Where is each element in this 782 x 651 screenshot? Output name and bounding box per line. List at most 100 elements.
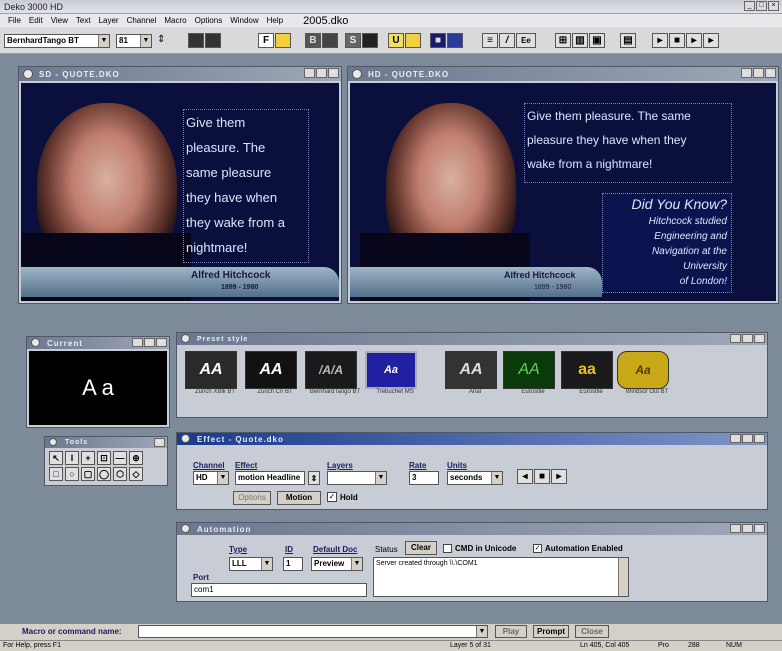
menu-window[interactable]: Window (230, 16, 258, 25)
face-button[interactable]: F (258, 33, 274, 48)
underline-button[interactable]: U (388, 33, 404, 48)
preset-item[interactable]: AA Zurich Cn BT (245, 351, 305, 395)
polygon-icon[interactable]: ⬡ (113, 467, 127, 481)
preset-item[interactable]: AA Zurich XBlk BT (185, 351, 245, 395)
color-swatch-dark-2[interactable] (205, 33, 221, 48)
face-color-swatch[interactable] (275, 33, 291, 48)
hd-preview[interactable]: Give them pleasure. The same pleasure th… (350, 83, 776, 301)
circle-icon[interactable]: ◯ (97, 467, 111, 481)
layers-select[interactable]: ▼ (327, 471, 387, 485)
channel-select[interactable]: HD ▼ (193, 471, 229, 485)
menu-edit[interactable]: Edit (29, 16, 43, 25)
close-icon[interactable]: × (754, 524, 765, 533)
play-button[interactable]: Play (495, 625, 527, 638)
color-swatch-dark[interactable] (188, 33, 204, 48)
automation-window-titlebar[interactable]: Automation _ □ × (177, 523, 767, 535)
options-button[interactable]: Options (233, 491, 271, 505)
preset-item[interactable]: Aa Trebuchet MS (365, 351, 445, 395)
edge-button[interactable]: Ee (516, 33, 536, 48)
preset-item[interactable]: Aa Windsor Out BT (617, 351, 677, 395)
prompt-button[interactable]: Prompt (533, 625, 569, 638)
close-icon[interactable]: × (328, 68, 339, 78)
background-button[interactable]: ■ (430, 33, 446, 48)
menu-options[interactable]: Options (195, 16, 223, 25)
maximize-icon[interactable]: □ (756, 1, 767, 11)
zoom-icon[interactable]: ⊕ (129, 451, 143, 465)
units-select[interactable]: seconds ▼ (447, 471, 503, 485)
stop-icon[interactable]: ■ (669, 33, 685, 48)
current-window-titlebar[interactable]: Current _ □ × (27, 337, 169, 349)
id-input[interactable]: 1 (283, 557, 303, 571)
minimize-icon[interactable]: _ (730, 434, 741, 443)
background-color-swatch[interactable] (447, 33, 463, 48)
hold-checkbox[interactable]: ✓ (327, 492, 337, 502)
maximize-icon[interactable]: □ (144, 338, 155, 347)
crop-icon[interactable]: ⊡ (97, 451, 111, 465)
preset-item[interactable]: AA Eurostile (503, 351, 561, 395)
close-button[interactable]: Close (575, 625, 609, 638)
type-select[interactable]: LLL ▼ (229, 557, 273, 571)
effect-spin-icon[interactable]: ⇕ (308, 471, 320, 485)
minimize-icon[interactable]: _ (730, 524, 741, 533)
maximize-icon[interactable]: □ (742, 434, 753, 443)
menu-macro[interactable]: Macro (164, 16, 186, 25)
did-you-know-box[interactable]: Did You Know? Hitchcock studied Engineer… (602, 193, 732, 293)
menu-view[interactable]: View (51, 16, 68, 25)
align-left-icon[interactable]: ≡ (482, 33, 498, 48)
edge-color-swatch[interactable] (322, 33, 338, 48)
close-icon[interactable]: × (768, 1, 779, 11)
port-input[interactable]: com1 (191, 583, 367, 597)
font-select[interactable]: BernhardTango BT ▼ (4, 34, 110, 48)
text-cursor-icon[interactable]: I (65, 451, 79, 465)
maximize-icon[interactable]: □ (742, 334, 753, 343)
node-icon[interactable]: ◇ (129, 467, 143, 481)
size-select[interactable]: 81 ▼ (116, 34, 152, 48)
hd-quote-box[interactable]: Give them pleasure. The same pleasure th… (524, 103, 732, 183)
command-input[interactable]: ▼ (138, 625, 488, 638)
cmd-unicode-checkbox[interactable] (443, 544, 452, 553)
minimize-icon[interactable]: _ (744, 1, 755, 11)
preset-window-titlebar[interactable]: Preset style _ □ × (177, 333, 767, 345)
play-icon[interactable]: ▸ (652, 33, 668, 48)
menu-text[interactable]: Text (76, 16, 91, 25)
next-icon[interactable]: ▸ (703, 33, 719, 48)
minimize-icon[interactable]: _ (304, 68, 315, 78)
line-icon[interactable]: — (113, 451, 127, 465)
menu-help[interactable]: Help (267, 16, 283, 25)
italic-icon[interactable]: / (499, 33, 515, 48)
sd-window-titlebar[interactable]: SD - QUOTE.DKO _ □ × (19, 67, 341, 81)
minimize-icon[interactable]: _ (741, 68, 752, 78)
step-back-icon[interactable]: ◂ (517, 469, 533, 484)
frame-icon[interactable]: ▣ (589, 33, 605, 48)
rectangle-icon[interactable]: □ (49, 467, 63, 481)
maximize-icon[interactable]: □ (742, 524, 753, 533)
template-icon[interactable]: ▤ (620, 33, 636, 48)
maximize-icon[interactable]: □ (753, 68, 764, 78)
menu-layer[interactable]: Layer (99, 16, 119, 25)
menu-channel[interactable]: Channel (127, 16, 157, 25)
shadow-button[interactable]: S (345, 33, 361, 48)
default-doc-select[interactable]: Preview ▼ (311, 557, 363, 571)
maximize-icon[interactable]: □ (316, 68, 327, 78)
spin-icon[interactable]: ⇕ (157, 34, 165, 45)
shadow-color-swatch[interactable] (362, 33, 378, 48)
move-icon[interactable]: + (81, 451, 95, 465)
box-icon[interactable]: ▥ (572, 33, 588, 48)
automation-log[interactable]: Server created through \\.\COM1 (373, 557, 629, 597)
preset-item[interactable]: AA Arial (445, 351, 503, 395)
close-icon[interactable]: × (154, 438, 165, 447)
rate-input[interactable]: 3 (409, 471, 439, 485)
grid-icon[interactable]: ⊞ (555, 33, 571, 48)
stop-icon[interactable]: ■ (534, 469, 550, 484)
close-icon[interactable]: × (754, 434, 765, 443)
effect-window-titlebar[interactable]: Effect - Quote.dko _ □ × (177, 433, 767, 445)
clear-button[interactable]: Clear (405, 541, 437, 555)
preset-item[interactable]: aa Eurostile (561, 351, 617, 395)
sd-preview[interactable]: Give them pleasure. The same pleasure th… (21, 83, 339, 301)
motion-button[interactable]: Motion (277, 491, 321, 505)
rounded-rect-icon[interactable]: ▢ (81, 467, 95, 481)
close-icon[interactable]: × (156, 338, 167, 347)
menu-file[interactable]: File (8, 16, 21, 25)
log-scrollbar[interactable] (618, 558, 628, 596)
close-icon[interactable]: × (754, 334, 765, 343)
